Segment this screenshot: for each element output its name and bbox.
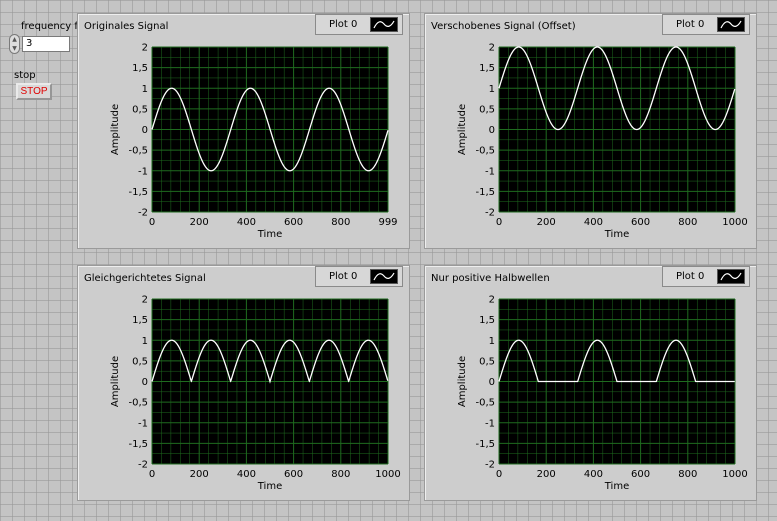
x-tick-label: 800 bbox=[678, 469, 697, 480]
y-tick-label: -0,5 bbox=[128, 398, 148, 409]
y-tick-label: 1,5 bbox=[479, 63, 495, 74]
y-tick-label: -1 bbox=[485, 418, 495, 429]
y-tick-label: 0 bbox=[142, 125, 148, 136]
y-tick-label: -1 bbox=[138, 418, 148, 429]
y-tick-label: -2 bbox=[138, 460, 148, 471]
y-tick-label: 2 bbox=[142, 43, 148, 54]
x-tick-label: 200 bbox=[190, 469, 209, 480]
x-tick-label: 1000 bbox=[375, 469, 400, 480]
x-tick-label: 400 bbox=[584, 217, 603, 228]
graph-nur-positive-halbwellen: Nur positive Halbwellen Plot 0 2 1,5 1 0,5 0… bbox=[424, 265, 757, 501]
y-tick-label: 2 bbox=[489, 43, 495, 54]
y-tick-label: -2 bbox=[485, 208, 495, 219]
x-axis-title: Time bbox=[604, 481, 629, 492]
y-axis-title: Amplitude bbox=[110, 104, 121, 155]
x-tick-label: 200 bbox=[537, 217, 556, 228]
graph-originales-signal: Originales Signal Plot 0 2 1,5 1 0,5 0 -0,5 -1… bbox=[77, 13, 410, 249]
graph-verschobenes-signal: Verschobenes Signal (Offset) Plot 0 2 1,5… bbox=[424, 13, 757, 249]
x-tick-label: 200 bbox=[537, 469, 556, 480]
y-tick-label: 0 bbox=[489, 377, 495, 388]
x-tick-label: 400 bbox=[237, 469, 256, 480]
stop-label: stop bbox=[14, 70, 36, 81]
x-tick-label: 600 bbox=[284, 469, 303, 480]
increment-decrement-arrows-icon[interactable]: ▲ ▼ bbox=[9, 34, 20, 54]
y-tick-label: 0,5 bbox=[479, 356, 495, 367]
x-axis-title: Time bbox=[257, 481, 282, 492]
x-tick-label: 999 bbox=[378, 217, 397, 228]
y-tick-label: 1,5 bbox=[479, 315, 495, 326]
y-tick-label: 0 bbox=[142, 377, 148, 388]
x-tick-label: 600 bbox=[631, 217, 650, 228]
y-tick-label: 1,5 bbox=[132, 315, 148, 326]
x-tick-label: 400 bbox=[237, 217, 256, 228]
x-tick-label: 800 bbox=[331, 217, 350, 228]
waveform-chart: 21,510,50-0,5-1-1,5-20 200 400 600 800 999Tim… bbox=[110, 43, 398, 241]
y-tick-label: -1,5 bbox=[475, 187, 495, 198]
y-tick-label: 0 bbox=[489, 125, 495, 136]
x-tick-label: 0 bbox=[496, 469, 502, 480]
x-tick-label: 400 bbox=[584, 469, 603, 480]
stop-button[interactable]: STOP bbox=[16, 83, 52, 100]
x-tick-label: 200 bbox=[190, 217, 209, 228]
x-tick-label: 600 bbox=[631, 469, 650, 480]
y-axis-title: Amplitude bbox=[110, 356, 121, 407]
frequency-label: frequency f bbox=[21, 21, 78, 32]
x-tick-label: 0 bbox=[496, 217, 502, 228]
x-tick-label: 0 bbox=[149, 469, 155, 480]
y-tick-label: 0,5 bbox=[132, 356, 148, 367]
y-tick-label: 0,5 bbox=[479, 104, 495, 115]
y-tick-label: 2 bbox=[142, 295, 148, 306]
y-tick-label: 2 bbox=[489, 295, 495, 306]
y-tick-label: 1,5 bbox=[132, 63, 148, 74]
waveform-chart: 21,510,50-0,5-1-1,5-20 200 400 600 800 1000Ti… bbox=[110, 295, 401, 493]
y-tick-label: -2 bbox=[485, 460, 495, 471]
y-tick-label: -1 bbox=[138, 166, 148, 177]
y-tick-label: -1,5 bbox=[128, 439, 148, 450]
x-tick-label: 1000 bbox=[722, 469, 747, 480]
y-tick-label: -0,5 bbox=[128, 146, 148, 157]
y-axis-title: Amplitude bbox=[457, 104, 468, 155]
y-tick-label: -0,5 bbox=[475, 146, 495, 157]
y-tick-label: 0,5 bbox=[132, 104, 148, 115]
y-tick-label: -0,5 bbox=[475, 398, 495, 409]
x-tick-label: 800 bbox=[678, 217, 697, 228]
frequency-control[interactable]: ▲ ▼ 3 bbox=[9, 34, 73, 54]
y-tick-label: -2 bbox=[138, 208, 148, 219]
frequency-input[interactable]: 3 bbox=[22, 36, 70, 52]
y-tick-label: -1 bbox=[485, 166, 495, 177]
y-tick-label: 1 bbox=[489, 84, 495, 95]
x-tick-label: 800 bbox=[331, 469, 350, 480]
x-tick-label: 600 bbox=[284, 217, 303, 228]
y-tick-label: 1 bbox=[489, 336, 495, 347]
y-tick-label: -1,5 bbox=[475, 439, 495, 450]
graph-gleichgerichtetes-signal: Gleichgerichtetes Signal Plot 0 2 1,5 1 0,5… bbox=[77, 265, 410, 501]
x-tick-label: 1000 bbox=[722, 217, 747, 228]
waveform-chart: 21,510,50-0,5-1-1,5-20 200 400 600 800 1000Ti… bbox=[457, 43, 748, 241]
y-tick-label: 1 bbox=[142, 336, 148, 347]
x-axis-title: Time bbox=[604, 229, 629, 240]
x-axis-title: Time bbox=[257, 229, 282, 240]
waveform-chart: 21,510,50-0,5-1-1,5-20 200 400 600 800 1000Ti… bbox=[457, 295, 748, 493]
y-tick-label: 1 bbox=[142, 84, 148, 95]
y-tick-label: -1,5 bbox=[128, 187, 148, 198]
y-axis-title: Amplitude bbox=[457, 356, 468, 407]
x-tick-label: 0 bbox=[149, 217, 155, 228]
